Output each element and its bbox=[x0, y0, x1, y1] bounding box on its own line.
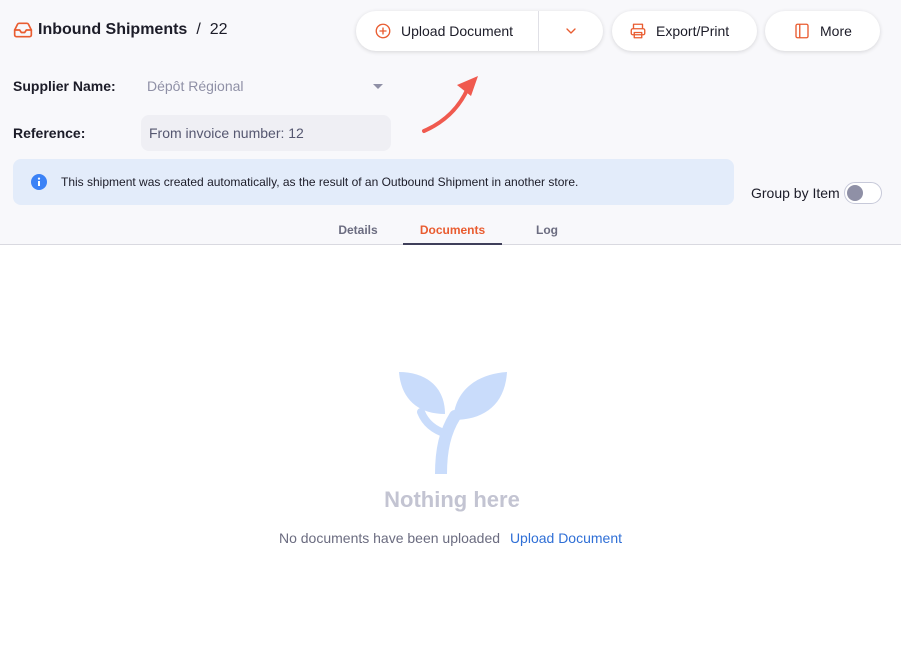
more-button[interactable]: More bbox=[765, 11, 880, 51]
export-print-label: Export/Print bbox=[656, 23, 730, 39]
tab-bar: Details Documents Log bbox=[313, 214, 592, 245]
inbox-icon bbox=[13, 20, 33, 40]
reference-input[interactable]: From invoice number: 12 bbox=[141, 115, 391, 151]
info-banner-text: This shipment was created automatically,… bbox=[61, 175, 579, 189]
empty-state-title: Nothing here bbox=[384, 487, 520, 512]
printer-icon bbox=[629, 22, 647, 40]
group-by-item-toggle: Group by Item bbox=[751, 182, 882, 204]
annotation-arrow-icon bbox=[422, 76, 478, 133]
supplier-name-select[interactable]: Dépôt Régional bbox=[141, 70, 391, 102]
info-icon bbox=[31, 174, 47, 190]
supplier-name-value: Dépôt Régional bbox=[147, 78, 244, 94]
tab-details[interactable]: Details bbox=[313, 214, 403, 245]
info-banner: This shipment was created automatically,… bbox=[13, 159, 734, 205]
empty-state-message: No documents have been uploaded Upload D… bbox=[0, 530, 901, 546]
breadcrumb-link-inbound-shipments[interactable]: Inbound Shipments bbox=[38, 21, 187, 39]
upload-options-dropdown-button[interactable] bbox=[539, 11, 603, 51]
breadcrumb-separator: / bbox=[196, 21, 201, 38]
breadcrumb-shipment-number: 22 bbox=[209, 21, 228, 38]
group-by-item-label: Group by Item bbox=[751, 185, 840, 201]
empty-state-text: No documents have been uploaded bbox=[278, 530, 501, 546]
upload-document-link[interactable]: Upload Document bbox=[510, 530, 622, 546]
reference-label: Reference: bbox=[13, 125, 86, 141]
chevron-down-icon bbox=[563, 23, 579, 39]
export-print-button[interactable]: Export/Print bbox=[612, 11, 757, 51]
upload-document-button[interactable]: Upload Document bbox=[356, 11, 539, 51]
plus-circle-icon bbox=[374, 22, 392, 40]
reference-value: From invoice number: 12 bbox=[149, 125, 304, 141]
breadcrumb: Inbound Shipments / 22 bbox=[13, 20, 228, 40]
sidebar-icon bbox=[793, 22, 811, 40]
group-by-item-switch[interactable] bbox=[843, 182, 882, 204]
tab-log[interactable]: Log bbox=[502, 214, 592, 245]
upload-document-split-button: Upload Document bbox=[356, 11, 603, 51]
switch-knob bbox=[846, 185, 863, 201]
upload-document-label: Upload Document bbox=[401, 23, 514, 39]
page-header: Inbound Shipments / 22 Upload Document E… bbox=[0, 0, 901, 245]
more-label: More bbox=[820, 23, 852, 39]
supplier-name-label: Supplier Name: bbox=[13, 78, 116, 94]
tab-documents[interactable]: Documents bbox=[403, 214, 502, 245]
caret-down-icon bbox=[373, 83, 383, 89]
sprout-icon bbox=[399, 372, 507, 474]
